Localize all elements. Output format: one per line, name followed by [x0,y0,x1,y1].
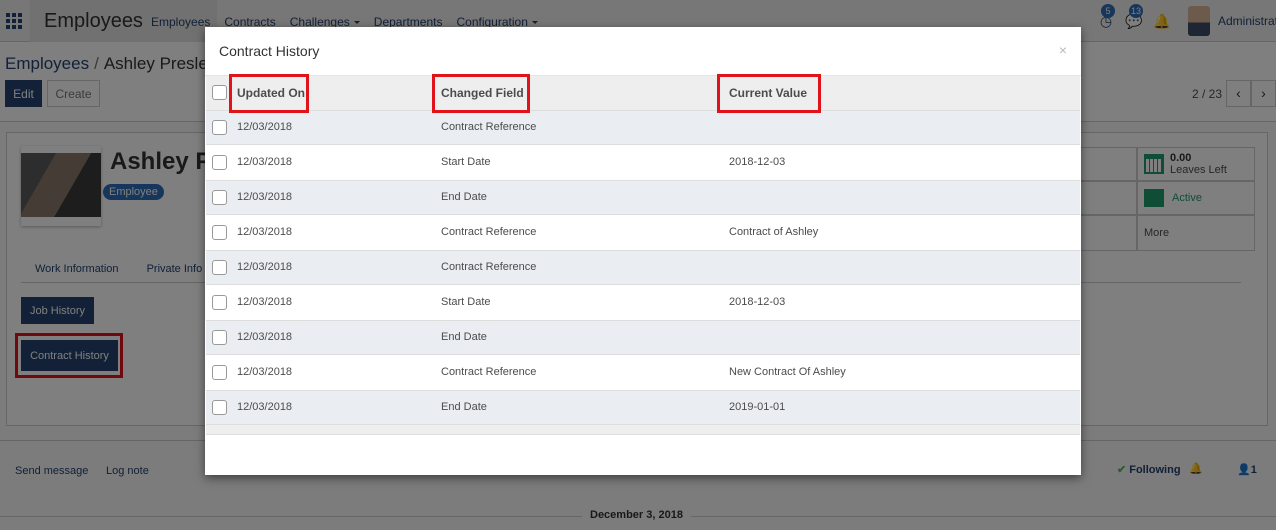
row-checkbox[interactable] [212,399,227,415]
modal-title: Contract History [219,43,320,59]
row-checkbox[interactable] [212,154,227,170]
cell-updated-on: 12/03/2018 [237,214,441,251]
column-updated-on[interactable]: Updated On [237,76,441,111]
cell-changed-field: End Date [441,320,729,355]
row-checkbox[interactable] [212,259,227,275]
row-checkbox[interactable] [212,329,227,345]
cell-current-value: Contract of Ashley [729,214,1080,251]
cell-updated-on: 12/03/2018 [237,144,441,181]
column-current-value[interactable]: Current Value [729,76,1080,111]
cell-updated-on: 12/03/2018 [237,354,441,391]
table-row[interactable]: 12/03/2018 Start Date 2018-12-03 [206,284,1080,321]
cell-changed-field: Start Date [441,284,729,321]
row-checkbox[interactable] [212,224,227,240]
row-checkbox[interactable] [212,189,227,205]
cell-updated-on: 12/03/2018 [237,320,441,355]
table-row[interactable]: 12/03/2018 End Date 2019-01-01 [206,390,1080,425]
table-row[interactable]: 12/03/2018 Contract Reference Contract of … [206,214,1080,251]
table-row[interactable]: 12/03/2018 End Date [206,180,1080,215]
row-checkbox[interactable] [212,119,227,135]
cell-changed-field: Start Date [441,144,729,181]
table-row[interactable]: 12/03/2018 Contract Reference New Contract… [206,354,1080,391]
cell-changed-field: End Date [441,180,729,215]
modal-header: Contract History × [205,27,1081,76]
cell-updated-on: 12/03/2018 [237,180,441,215]
cell-current-value: 2019-01-01 [729,390,1080,425]
table-header-row: Updated On Changed Field Current Value [206,76,1080,111]
cell-current-value [729,180,1080,215]
cell-current-value: New Contract Of Ashley [729,354,1080,391]
cell-current-value [729,320,1080,355]
cell-updated-on: 12/03/2018 [237,390,441,425]
cell-changed-field: Contract Reference [441,214,729,251]
table-row[interactable]: 12/03/2018 Contract Reference [206,250,1080,285]
row-checkbox[interactable] [212,294,227,310]
table-row[interactable]: 12/03/2018 End Date [206,320,1080,355]
cell-updated-on: 12/03/2018 [237,250,441,285]
cell-current-value [729,250,1080,285]
cell-changed-field: Contract Reference [441,354,729,391]
table-row[interactable]: 12/03/2018 Contract Reference [206,110,1080,145]
contract-history-table: Updated On Changed Field Current Value 1… [206,76,1080,435]
cell-changed-field: End Date [441,390,729,425]
row-checkbox[interactable] [212,364,227,380]
table-footer-row [206,424,1080,435]
cell-updated-on: 12/03/2018 [237,284,441,321]
cell-current-value: 2018-12-03 [729,144,1080,181]
cell-current-value: 2018-12-03 [729,284,1080,321]
cell-changed-field: Contract Reference [441,250,729,285]
contract-history-dialog: Contract History × Updated On Changed Fi… [205,27,1081,475]
column-changed-field[interactable]: Changed Field [441,76,729,111]
cell-changed-field: Contract Reference [441,110,729,145]
cell-updated-on: 12/03/2018 [237,110,441,145]
table-row[interactable]: 12/03/2018 Start Date 2018-12-03 [206,144,1080,181]
select-all-checkbox[interactable] [212,85,227,101]
cell-current-value [729,110,1080,145]
close-icon[interactable]: × [1059,42,1067,58]
